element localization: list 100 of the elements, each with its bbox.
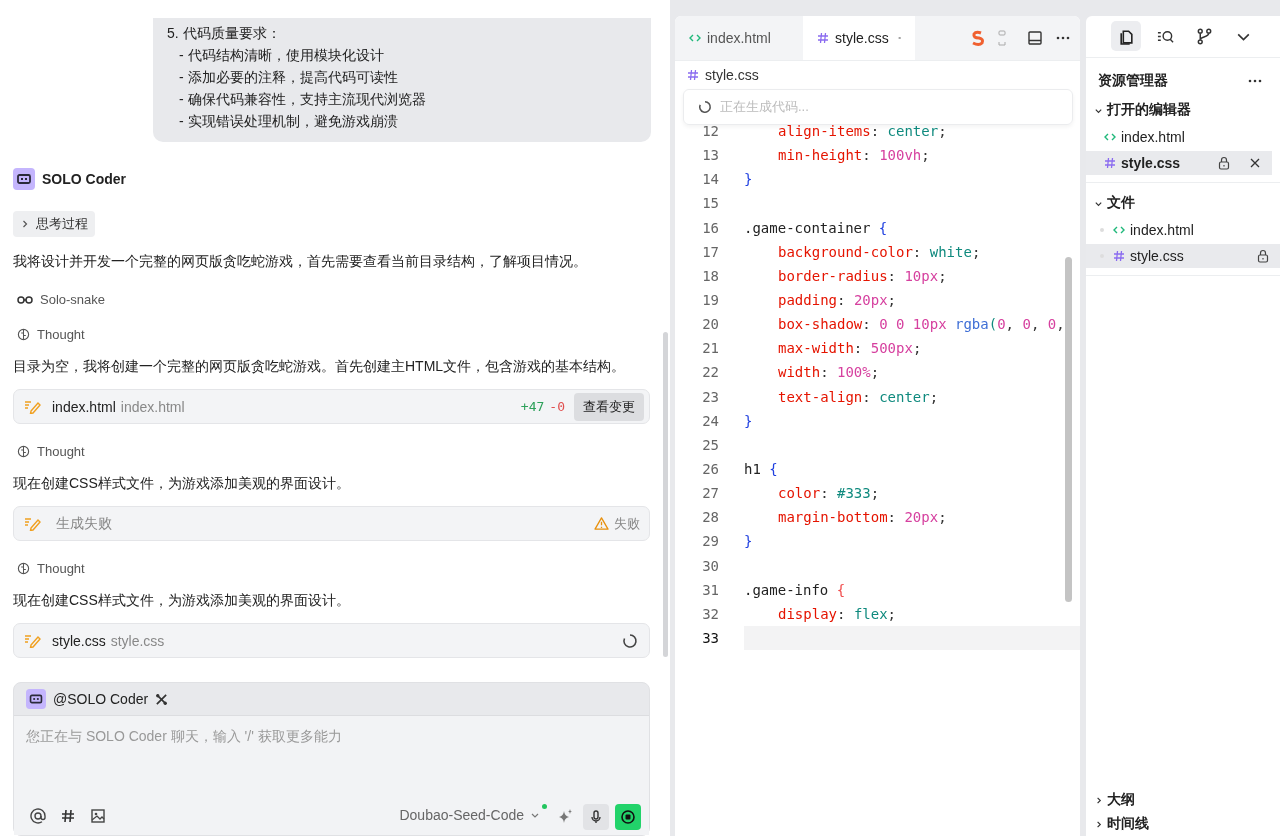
message-text: 现在创建CSS样式文件，为游戏添加美观的界面设计。 <box>13 591 351 611</box>
code-line: h1 { <box>744 461 778 478</box>
loading-spinner-icon <box>622 632 638 649</box>
section-header[interactable]: 文件 <box>1086 189 1280 217</box>
file-card[interactable]: style.css style.css <box>13 623 650 659</box>
code-line: display: flex; <box>777 605 897 622</box>
section-header[interactable]: 打开的编辑器 <box>1086 96 1280 124</box>
line-number: 25 <box>701 436 720 453</box>
thought-label: Thought <box>37 561 85 577</box>
lock-icon[interactable] <box>1256 249 1270 263</box>
glasses-icon <box>17 294 33 305</box>
code-line: color: #333; <box>777 485 880 502</box>
line-number: 22 <box>701 364 720 381</box>
lock-icon[interactable] <box>1217 156 1231 170</box>
removed-count: -0 <box>549 399 565 415</box>
thought-label: Thought <box>37 444 85 460</box>
message-input[interactable]: 您正在与 SOLO Coder 聊天，输入 '/' 获取更多能力 <box>14 715 649 801</box>
tools-icon[interactable] <box>155 692 169 706</box>
code-line: border-radius: 10px; <box>777 267 947 284</box>
line-number: 29 <box>701 533 720 550</box>
code-line: padding: 20px; <box>777 292 897 309</box>
file-item[interactable]: style.css <box>1086 244 1280 268</box>
file-path: style.css <box>110 632 165 649</box>
hash-icon <box>1113 250 1125 262</box>
message-text: 现在创建CSS样式文件，为游戏添加美观的界面设计。 <box>13 474 351 494</box>
loading-spinner-icon <box>698 100 712 114</box>
file-path: index.html <box>120 398 185 415</box>
code-icon <box>689 32 701 44</box>
microphone-button[interactable] <box>583 804 609 831</box>
line-number: 33 <box>701 630 720 646</box>
file-item[interactable]: index.html <box>1086 125 1272 149</box>
stop-button[interactable] <box>615 804 641 831</box>
chevron-right-icon <box>20 219 30 229</box>
thought-label: Thought <box>37 327 85 342</box>
code-line: } <box>744 171 753 188</box>
section-header[interactable]: 时间线 <box>1086 812 1280 836</box>
thinking-toggle[interactable]: 思考过程 <box>13 211 95 237</box>
code-line: text-align: center; <box>777 388 939 405</box>
code-line: } <box>744 412 753 429</box>
brain-icon <box>17 328 30 341</box>
hash-icon <box>1104 157 1116 169</box>
chevron-icon <box>1094 795 1103 805</box>
file-name: style.css <box>52 632 106 649</box>
added-count: +47 <box>520 399 545 415</box>
line-number: 15 <box>701 195 720 212</box>
hash-icon <box>687 69 699 81</box>
file-card[interactable]: index.html index.html +47 -0 查看变更 <box>13 389 650 425</box>
line-number: 16 <box>701 219 720 236</box>
status-dot <box>542 804 547 810</box>
code-line: .game-info { <box>744 581 846 598</box>
editor-tab[interactable]: style.css <box>803 16 915 60</box>
line-number: 27 <box>701 485 720 502</box>
line-number: 21 <box>701 340 720 357</box>
file-name: index.html <box>52 398 116 415</box>
line-number: 32 <box>701 605 720 622</box>
line-number: 19 <box>701 292 720 309</box>
line-number: 20 <box>701 316 720 333</box>
message-text: 我将设计并开发一个完整的网页版贪吃蛇游戏，首先需要查看当前目录结构，了解项目情况。 <box>13 252 588 271</box>
code-line: max-width: 500px; <box>777 340 922 357</box>
microphone-icon <box>588 809 604 826</box>
line-number: 31 <box>701 581 720 598</box>
warning-icon <box>594 517 609 531</box>
brain-icon <box>17 445 30 459</box>
code-line: width: 100%; <box>777 364 880 381</box>
code-line: box-shadow: 0 0 10px rgba(0, 0, 0, <box>777 316 1065 333</box>
robot-avatar-icon <box>26 689 46 710</box>
editor-tab[interactable]: index.html <box>675 16 803 60</box>
message-text: 目录为空，我将创建一个完整的网页版贪吃蛇游戏。首先创建主HTML文件，包含游戏的基本结构。 <box>13 357 627 376</box>
code-line: background-color: white; <box>777 243 981 260</box>
breadcrumb[interactable]: style.css <box>705 67 759 83</box>
line-number: 23 <box>701 388 720 405</box>
hash-icon <box>817 32 829 44</box>
section-header[interactable]: 大纲 <box>1086 788 1280 812</box>
line-number: 18 <box>701 267 720 284</box>
explorer-title: 资源管理器 <box>1098 72 1169 90</box>
line-number: 12 <box>701 123 720 140</box>
code-line: align-items: center; <box>777 123 947 140</box>
tool-label: Solo-snake <box>40 292 106 307</box>
stop-icon <box>620 809 636 826</box>
code-line: min-height: 100vh; <box>777 147 930 164</box>
agent-mention: @SOLO Coder <box>53 691 149 708</box>
scrollbar[interactable] <box>1065 257 1072 602</box>
edit-icon <box>24 399 42 414</box>
model-selector[interactable]: Doubao-Seed-Code <box>399 804 540 827</box>
edit-icon <box>24 633 42 648</box>
files-icon[interactable] <box>1111 21 1141 51</box>
code-icon <box>1113 224 1125 236</box>
code-line: .game-container { <box>744 219 888 236</box>
user-message: 5. 代码质量要求： - 代码结构清晰，使用模块化设计 - 添加必要的注释，提高代码可读性 - 确保代码兼容性，支持主流现代浏览器 - 实现错误处理机制，避免游戏崩溃 <box>153 18 651 142</box>
view-changes-button[interactable]: 查看变更 <box>574 392 644 421</box>
code-line: margin-bottom: 20px; <box>777 509 947 526</box>
line-number: 30 <box>701 557 720 574</box>
brain-icon <box>17 562 30 576</box>
generating-banner: 正在生成代码... <box>683 89 1073 125</box>
chevron-icon <box>1094 819 1103 829</box>
file-item[interactable]: index.html <box>1086 218 1280 242</box>
edit-icon <box>24 516 42 531</box>
file-item[interactable]: style.css <box>1086 151 1272 175</box>
line-number: 24 <box>701 412 720 429</box>
status-label: 失败 <box>614 514 640 533</box>
